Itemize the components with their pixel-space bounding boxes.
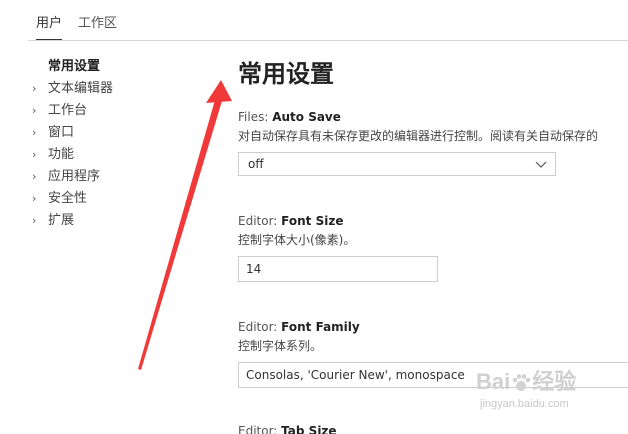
setting-editor-font-family: Editor: Font Family 控制字体系列。 [238, 318, 628, 388]
toc-item-extensions[interactable]: › 扩展 [32, 210, 212, 232]
toc-item-text-editor[interactable]: › 文本编辑器 [32, 78, 212, 100]
toc-item-label: 安全性 [48, 191, 88, 206]
setting-key: Font Size [281, 214, 344, 228]
setting-description: 对自动保存具有未保存更改的编辑器进行控制。阅读有关自动保存的 [238, 129, 599, 143]
toc-item-label: 常用设置 [48, 59, 101, 74]
toc-item-label: 功能 [48, 147, 75, 162]
setting-category: Editor: [238, 214, 282, 228]
chevron-right-icon: › [32, 82, 37, 95]
font-size-input[interactable] [238, 256, 438, 282]
toc-item-label: 窗口 [48, 125, 75, 140]
auto-save-select[interactable]: off [238, 152, 556, 176]
setting-label: Editor: Font Family [238, 318, 628, 336]
toc-item-label: 扩展 [48, 213, 75, 228]
toc-item-label: 应用程序 [48, 169, 101, 184]
toc-item-workbench[interactable]: › 工作台 [32, 100, 212, 122]
toc-item-window[interactable]: › 窗口 [32, 122, 212, 144]
setting-category: Editor: [238, 320, 282, 334]
toc-item-commonly-used[interactable]: 常用设置 [32, 56, 212, 78]
setting-key: Font Family [281, 320, 360, 334]
toc-item-label: 文本编辑器 [48, 81, 114, 96]
chevron-right-icon: › [32, 170, 37, 183]
setting-key: Tab Size [281, 424, 337, 434]
section-title: 常用设置 [238, 60, 334, 88]
settings-main: 常用设置 Files: Auto Save 对自动保存具有未保存更改的编辑器进行… [238, 54, 628, 434]
chevron-right-icon: › [32, 192, 37, 205]
font-family-input[interactable] [238, 362, 628, 388]
setting-editor-tab-size: Editor: Tab Size [238, 422, 628, 434]
setting-label: Editor: Tab Size [238, 422, 628, 434]
chevron-right-icon: › [32, 104, 37, 117]
toc-item-application[interactable]: › 应用程序 [32, 166, 212, 188]
settings-tab-bar: 用户 工作区 [28, 0, 628, 41]
setting-label: Files: Auto Save [238, 108, 628, 126]
setting-description: 控制字体大小(像素)。 [238, 233, 356, 247]
chevron-right-icon: › [32, 126, 37, 139]
chevron-right-icon: › [32, 148, 37, 161]
setting-description: 控制字体系列。 [238, 339, 323, 353]
setting-files-auto-save: Files: Auto Save 对自动保存具有未保存更改的编辑器进行控制。阅读… [238, 108, 628, 176]
tab-user[interactable]: 用户 [36, 12, 63, 40]
settings-page: 用户 工作区 常用设置 › 文本编辑器 › 工作台 › 窗口 › 功能 › 应用… [0, 0, 628, 434]
toc-item-features[interactable]: › 功能 [32, 144, 212, 166]
chevron-right-icon: › [32, 214, 37, 227]
setting-label: Editor: Font Size [238, 212, 628, 230]
setting-category: Files: [238, 110, 273, 124]
tab-workspace[interactable]: 工作区 [78, 12, 117, 39]
toc-item-security[interactable]: › 安全性 [32, 188, 212, 210]
setting-key: Auto Save [272, 110, 341, 124]
setting-category: Editor: [238, 424, 282, 434]
chevron-down-icon [535, 161, 547, 168]
setting-editor-font-size: Editor: Font Size 控制字体大小(像素)。 [238, 212, 628, 282]
toc-item-label: 工作台 [48, 103, 88, 118]
auto-save-value: off [248, 157, 264, 171]
settings-toc: 常用设置 › 文本编辑器 › 工作台 › 窗口 › 功能 › 应用程序 › 安全… [32, 56, 212, 232]
watermark-url: jingyan.baidu.com [480, 398, 569, 410]
